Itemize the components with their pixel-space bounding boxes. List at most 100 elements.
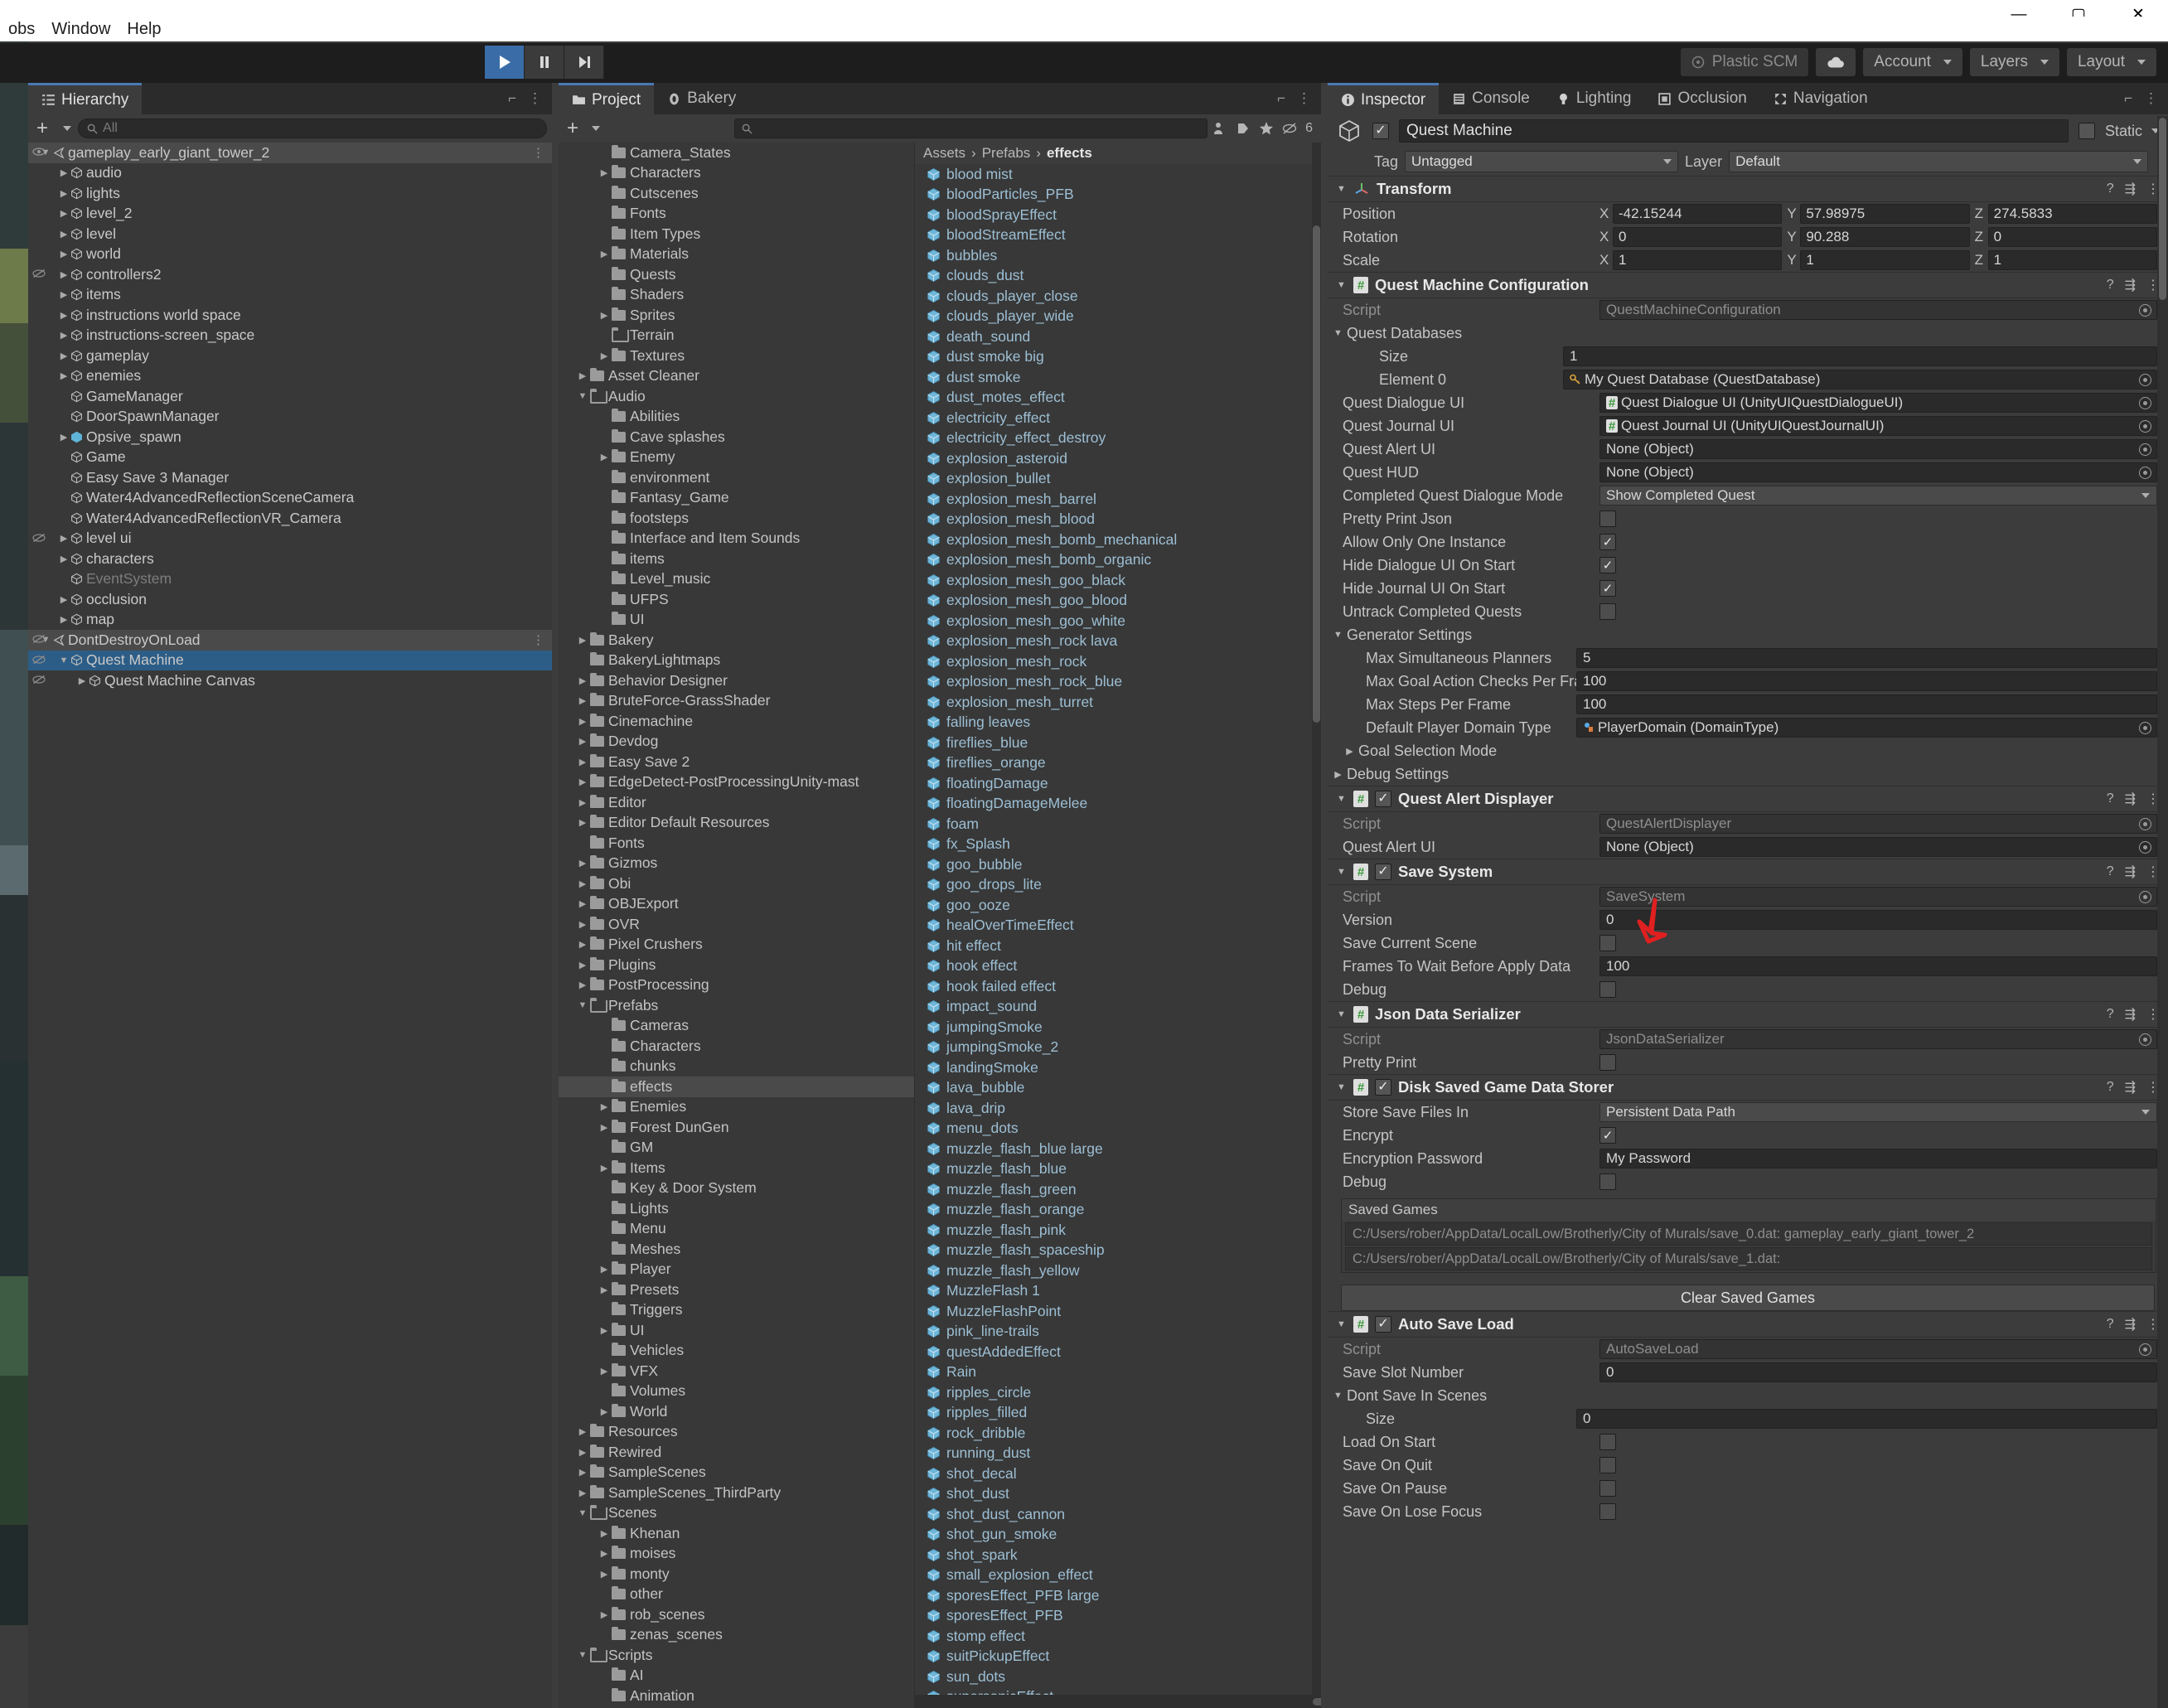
quest-journal-ui-object-field[interactable]: Quest Journal UI (UnityUIQuestJournalUI): [1599, 416, 2157, 436]
expand-arrow-icon[interactable]: ▶: [58, 554, 70, 564]
script-object-field[interactable]: JsonDataSerializer: [1599, 1029, 2157, 1049]
foldout-dont-save-in-scenes[interactable]: ▼ Dont Save In Scenes: [1328, 1384, 2168, 1407]
project-folder-samplescenes-thirdparty[interactable]: ▶ SampleScenes_ThirdParty: [559, 1483, 914, 1503]
preset-icon[interactable]: ⇶: [2125, 1006, 2136, 1023]
allow-only-one-instance-checkbox[interactable]: ✓: [1599, 534, 1616, 550]
expand-arrow-icon[interactable]: ▶: [577, 716, 588, 727]
hierarchy-item-instructions-world-space[interactable]: ▶ instructions world space: [28, 305, 552, 326]
asset-row[interactable]: hit effect: [915, 936, 1321, 956]
step-button[interactable]: [564, 46, 604, 79]
preset-icon[interactable]: ⇶: [2125, 864, 2136, 880]
scene-view-strip[interactable]: [0, 0, 28, 1625]
expand-arrow-icon[interactable]: ▶: [577, 960, 588, 970]
preset-icon[interactable]: ⇶: [2125, 277, 2136, 293]
project-folder-key-door-system[interactable]: Key & Door System: [559, 1178, 914, 1199]
asset-row[interactable]: bubbles: [915, 245, 1321, 266]
kebab-menu-icon[interactable]: ⋮: [532, 145, 545, 160]
component-enabled-checkbox[interactable]: [1375, 1316, 1391, 1333]
project-folder-items[interactable]: items: [559, 549, 914, 569]
expand-arrow-icon[interactable]: ▶: [598, 1406, 610, 1417]
component-header-json-data-serializer[interactable]: ▼Json Data Serializer?⇶⋮: [1328, 1001, 2168, 1028]
menu-item-jobs[interactable]: obs: [0, 20, 43, 39]
project-folder-tree[interactable]: Camera_States ▶ Characters Cutscenes Fonts It…: [559, 143, 915, 1708]
expand-arrow-icon[interactable]: ▶: [1333, 769, 1343, 780]
project-folder-lights[interactable]: Lights: [559, 1198, 914, 1219]
project-folder-gm[interactable]: GM: [559, 1138, 914, 1159]
object-name-input[interactable]: Quest Machine: [1399, 119, 2069, 143]
object-picker-icon[interactable]: [2139, 466, 2151, 479]
hierarchy-item-world[interactable]: ▶ world: [28, 244, 552, 265]
asset-row[interactable]: small_explosion_effect: [915, 1565, 1321, 1586]
asset-rows[interactable]: blood mist bloodParticles_PFB bloodSprayEf…: [915, 164, 1321, 1708]
layer-dropdown[interactable]: Default: [1729, 151, 2148, 172]
version-input[interactable]: 0: [1599, 910, 2157, 930]
hierarchy-item-map[interactable]: ▶ map: [28, 610, 552, 631]
project-folder-animation[interactable]: Animation: [559, 1686, 914, 1706]
lock-icon[interactable]: ⌐: [2124, 90, 2132, 107]
asset-row[interactable]: fireflies_blue: [915, 733, 1321, 753]
project-folder-plugins[interactable]: ▶ Plugins: [559, 955, 914, 975]
expand-arrow-icon[interactable]: ▼: [1336, 867, 1347, 877]
expand-arrow-icon[interactable]: ▶: [577, 1467, 588, 1478]
component-header-transform[interactable]: ▼ Transform? ⇶ ⋮: [1328, 176, 2168, 202]
component-header-auto-save-load[interactable]: ▼Auto Save Load?⇶⋮: [1328, 1311, 2168, 1338]
asset-row[interactable]: jumpingSmoke_2: [915, 1038, 1321, 1058]
expand-arrow-icon[interactable]: ▶: [577, 635, 588, 646]
component-header-disk-saved-game-data-storer[interactable]: ▼Disk Saved Game Data Storer?⇶⋮: [1328, 1074, 2168, 1101]
quest-hud-object-field[interactable]: None (Object): [1599, 462, 2157, 482]
expand-arrow-icon[interactable]: ▼: [577, 1650, 588, 1660]
asset-row[interactable]: electricity_effect: [915, 408, 1321, 428]
debug-checkbox[interactable]: [1599, 981, 1616, 998]
expand-arrow-icon[interactable]: ▶: [598, 1325, 610, 1336]
position-x-input[interactable]: 0: [1613, 227, 1783, 247]
expand-arrow-icon[interactable]: ▶: [598, 249, 610, 259]
asset-row[interactable]: explosion_mesh_bomb_organic: [915, 550, 1321, 571]
asset-row[interactable]: muzzle_flash_blue large: [915, 1139, 1321, 1159]
asset-row[interactable]: floatingDamageMelee: [915, 794, 1321, 815]
expand-arrow-icon[interactable]: ▶: [58, 208, 70, 219]
component-header-save-system[interactable]: ▼Save System?⇶⋮: [1328, 859, 2168, 885]
load-on-start-checkbox[interactable]: [1599, 1434, 1616, 1450]
pause-button[interactable]: [525, 46, 564, 79]
project-search-input[interactable]: [734, 119, 1208, 138]
project-folder-materials[interactable]: ▶ Materials: [559, 244, 914, 265]
expand-arrow-icon[interactable]: ▶: [598, 1609, 610, 1620]
asset-row[interactable]: MuzzleFlashPoint: [915, 1301, 1321, 1322]
breadcrumb-effects[interactable]: effects: [1047, 145, 1092, 162]
untrack-completed-quests-checkbox[interactable]: [1599, 603, 1616, 620]
debug-checkbox[interactable]: [1599, 1173, 1616, 1190]
visibility-toggle[interactable]: [30, 268, 48, 281]
asset-row[interactable]: death_sound: [915, 327, 1321, 347]
project-folder-level-music[interactable]: Level_music: [559, 569, 914, 590]
saved-game-entry[interactable]: C:/Users/rober/AppData/LocalLow/Brotherl…: [1345, 1247, 2152, 1270]
object-picker-icon[interactable]: [2139, 1033, 2151, 1046]
expand-arrow-icon[interactable]: ▶: [577, 919, 588, 930]
hierarchy-item-controllers2[interactable]: ▶ controllers2: [28, 264, 552, 285]
project-folder-scenes[interactable]: ▼ Scenes: [559, 1503, 914, 1524]
expand-arrow-icon[interactable]: ▶: [577, 777, 588, 787]
foldout-debug-settings[interactable]: ▶ Debug Settings: [1328, 762, 2168, 786]
asset-row[interactable]: falling leaves: [915, 713, 1321, 733]
project-folder-ai[interactable]: AI: [559, 1666, 914, 1686]
expand-arrow-icon[interactable]: ▶: [58, 289, 70, 300]
project-folder-rob-scenes[interactable]: ▶ rob_scenes: [559, 1604, 914, 1625]
project-folder-quests[interactable]: Quests: [559, 264, 914, 285]
plastic-scm-button[interactable]: Plastic SCM: [1680, 48, 1809, 76]
default-player-domain-type-object-field[interactable]: PlayerDomain (DomainType): [1576, 718, 2157, 738]
project-folder-postprocessing[interactable]: ▶ PostProcessing: [559, 975, 914, 996]
hierarchy-item-opsive-spawn[interactable]: ▶ Opsive_spawn: [28, 427, 552, 448]
vector3-field[interactable]: X -42.15244 Y 57.98975 Z 274.5833: [1599, 204, 2157, 224]
expand-arrow-icon[interactable]: ▼: [1336, 280, 1347, 290]
expand-arrow-icon[interactable]: ▶: [577, 858, 588, 869]
save-on-pause-checkbox[interactable]: [1599, 1480, 1616, 1497]
help-icon[interactable]: ?: [2107, 864, 2114, 879]
account-dropdown[interactable]: Account: [1863, 48, 1962, 76]
hierarchy-item-occlusion[interactable]: ▶ occlusion: [28, 589, 552, 610]
asset-row[interactable]: ripples_filled: [915, 1403, 1321, 1424]
asset-row[interactable]: blood mist: [915, 164, 1321, 185]
object-picker-icon[interactable]: [2139, 1343, 2151, 1356]
project-folder-ufps[interactable]: UFPS: [559, 589, 914, 610]
object-enabled-checkbox[interactable]: [1372, 123, 1389, 139]
foldout-generator-settings[interactable]: ▼ Generator Settings: [1328, 623, 2168, 646]
script-object-field[interactable]: QuestAlertDisplayer: [1599, 814, 2157, 834]
